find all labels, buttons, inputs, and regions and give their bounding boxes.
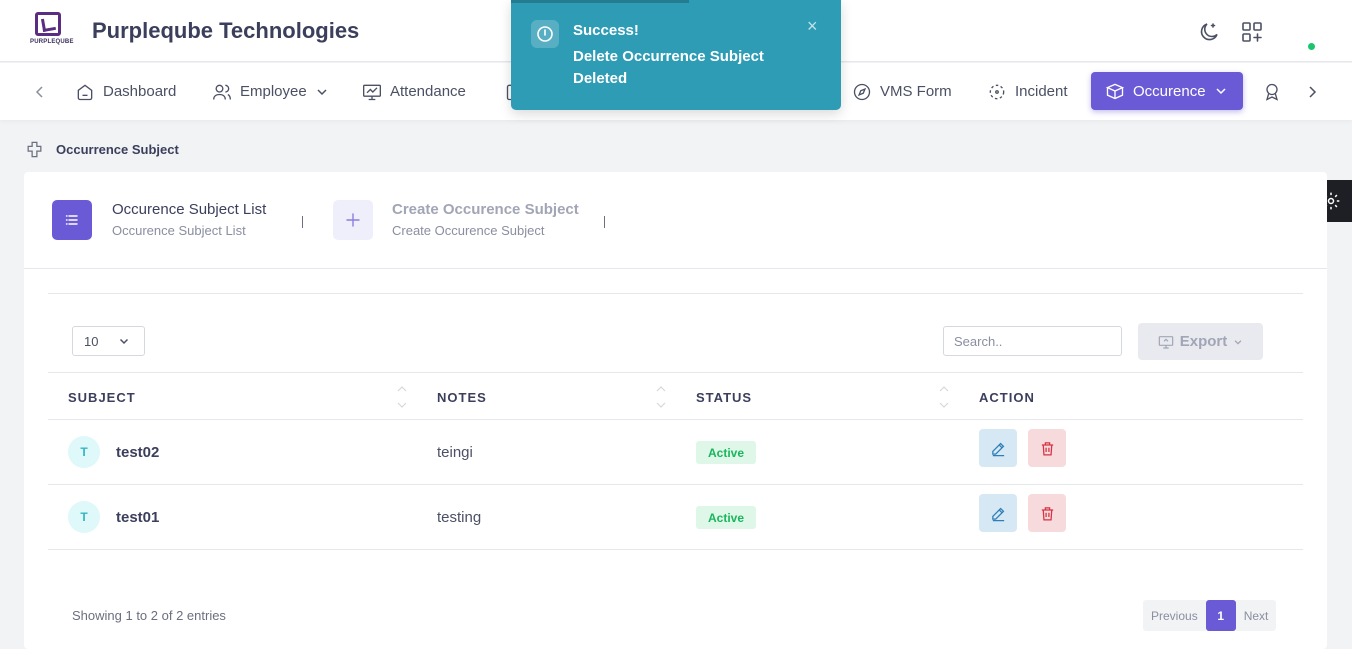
- breadcrumb: Occurrence Subject: [25, 140, 179, 159]
- delete-button[interactable]: [1028, 429, 1066, 467]
- sort-icon[interactable]: [655, 383, 667, 411]
- moon-icon[interactable]: [1197, 20, 1221, 44]
- tab-separator: [302, 216, 303, 228]
- list-icon: [65, 215, 78, 225]
- table-panel: 10 Export SUBJECT NOTES STATUS ACTION T …: [48, 293, 1303, 649]
- sort-icon[interactable]: [396, 383, 408, 411]
- nav-item-label: Dashboard: [103, 83, 177, 100]
- column-header-status[interactable]: STATUS: [696, 390, 752, 405]
- tab-list-subtitle: Occurence Subject List: [112, 223, 246, 238]
- plus-icon: [346, 213, 360, 227]
- tab-list-title[interactable]: Occurence Subject List: [112, 201, 266, 218]
- nav-item-awards[interactable]: [1262, 63, 1282, 120]
- nav-item-occurence[interactable]: Occurence: [1091, 72, 1243, 110]
- tab-list-icon-box[interactable]: [52, 200, 92, 240]
- page-length-value: 10: [84, 333, 99, 349]
- notes-cell: teingi: [437, 444, 473, 461]
- nav-item-label: Attendance: [390, 83, 466, 100]
- chevron-down-icon: [120, 338, 129, 345]
- nav-item-dashboard[interactable]: Dashboard: [75, 63, 176, 120]
- online-status-dot: [1308, 43, 1315, 50]
- tab-separator: [604, 216, 605, 228]
- trash-icon: [1041, 441, 1053, 456]
- nav-scroll-right-icon[interactable]: [1302, 82, 1322, 102]
- nav-item-incident[interactable]: Incident: [987, 63, 1068, 120]
- puzzle-icon: [27, 141, 42, 158]
- pagination-page-current[interactable]: 1: [1205, 600, 1236, 631]
- pagination-next[interactable]: Next: [1235, 600, 1277, 631]
- company-logo[interactable]: PURPLEQUBE: [30, 12, 73, 52]
- award-icon: [1265, 83, 1279, 101]
- nav-item-attendance[interactable]: Attendance: [362, 63, 466, 120]
- logo-mark: [35, 12, 61, 36]
- toast-progress-bar: [511, 0, 689, 3]
- table-header: SUBJECT NOTES STATUS ACTION: [48, 372, 1303, 420]
- tab-bar: Occurence Subject List Occurence Subject…: [24, 172, 1327, 269]
- delete-button[interactable]: [1028, 494, 1066, 532]
- logo-text: PURPLEQUBE: [30, 39, 74, 45]
- success-toast: Success! Delete Occurrence Subject Delet…: [511, 0, 841, 110]
- home-icon: [77, 84, 93, 100]
- nav-item-vms-form[interactable]: VMS Form: [852, 63, 952, 120]
- company-name: Purpleqube Technologies: [92, 18, 360, 43]
- focus-icon: [989, 84, 1005, 99]
- column-header-notes[interactable]: NOTES: [437, 390, 487, 405]
- notes-cell: testing: [437, 509, 482, 526]
- pagination: Previous 1 Next: [1143, 600, 1277, 631]
- edit-icon: [991, 507, 1004, 521]
- export-button[interactable]: Export: [1138, 323, 1263, 360]
- chevron-down-icon: [1216, 88, 1226, 95]
- table-row: T test02 teingi Active: [48, 420, 1303, 485]
- edit-button[interactable]: [979, 494, 1017, 532]
- edit-button[interactable]: [979, 429, 1017, 467]
- chevron-down-icon: [317, 88, 327, 95]
- page-length-select[interactable]: 10: [72, 326, 145, 356]
- breadcrumb-label: Occurrence Subject: [56, 142, 179, 157]
- nav-item-label: Employee: [240, 83, 307, 100]
- tab-create-subtitle: Create Occurence Subject: [392, 223, 545, 238]
- table-info: Showing 1 to 2 of 2 entries: [72, 608, 226, 623]
- subject-cell: test01: [116, 509, 160, 526]
- column-header-subject[interactable]: SUBJECT: [68, 390, 136, 405]
- compass-icon: [853, 83, 871, 100]
- chevron-down-icon: [1234, 339, 1242, 345]
- avatar: T: [68, 501, 100, 533]
- column-header-action: ACTION: [979, 390, 1035, 405]
- toast-title: Success!: [573, 22, 639, 39]
- box-icon: [1105, 83, 1125, 100]
- avatar: T: [68, 436, 100, 468]
- status-badge: Active: [696, 506, 757, 529]
- nav-item-label: VMS Form: [880, 83, 952, 100]
- edit-icon: [991, 442, 1004, 456]
- subject-cell: test02: [116, 444, 160, 461]
- status-badge: Active: [696, 441, 757, 464]
- content-card: Occurence Subject List Occurence Subject…: [24, 172, 1327, 649]
- table-row: T test01 testing Active: [48, 485, 1303, 550]
- tab-create-icon-box[interactable]: [333, 200, 373, 240]
- toast-message: Delete Occurrence Subject Deleted: [573, 48, 764, 87]
- pagination-previous[interactable]: Previous: [1143, 600, 1206, 631]
- monitor-chart-icon: [363, 84, 381, 100]
- search-input[interactable]: [943, 326, 1122, 356]
- sort-icon[interactable]: [938, 383, 950, 411]
- monitor-export-icon: [1158, 335, 1174, 349]
- users-icon: [213, 84, 231, 100]
- nav-item-employee[interactable]: Employee: [212, 63, 329, 120]
- nav-item-label: Incident: [1015, 83, 1068, 100]
- tab-create-title[interactable]: Create Occurence Subject: [392, 201, 579, 218]
- trash-icon: [1041, 506, 1053, 521]
- apps-add-icon[interactable]: [1240, 20, 1264, 44]
- info-icon: [531, 20, 559, 48]
- nav-item-label: Occurence: [1133, 82, 1206, 100]
- close-icon[interactable]: ×: [807, 16, 818, 37]
- nav-scroll-left-icon[interactable]: [30, 82, 50, 102]
- export-label: Export: [1179, 333, 1228, 350]
